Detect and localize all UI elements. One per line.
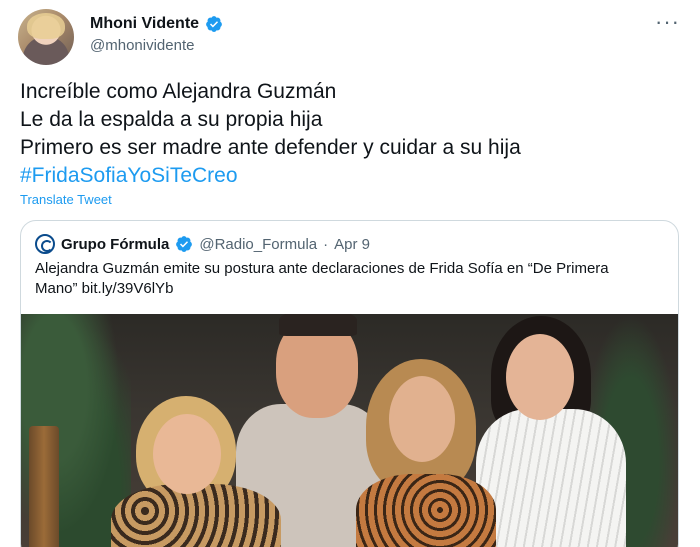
- person-right-shirt: [476, 409, 626, 547]
- background-lamp: [29, 426, 59, 547]
- more-options-icon[interactable]: ···: [655, 11, 680, 33]
- tweet-text-line: Primero es ser madre ante defender y cui…: [20, 136, 521, 159]
- verified-badge-icon: [206, 16, 222, 32]
- hashtag-link[interactable]: #FridaSofiaYoSiTeCreo: [20, 162, 690, 190]
- person-left-top: [111, 484, 281, 547]
- author-display-name[interactable]: Mhoni Vidente: [90, 15, 199, 33]
- quoted-handle: @Radio_Formula: [199, 235, 318, 253]
- tweet: Mhoni Vidente @mhonividente ··· Increíbl…: [0, 0, 700, 547]
- tweet-text-line: Increíble como Alejandra Guzmán: [20, 80, 337, 103]
- person-center-top: [356, 474, 496, 547]
- quoted-tweet-photo[interactable]: [21, 314, 678, 547]
- quoted-date: Apr 9: [334, 235, 370, 253]
- tweet-text-line: Le da la espalda a su propia hija: [20, 108, 323, 131]
- tweet-text: Increíble como Alejandra Guzmán Le da la…: [20, 78, 690, 190]
- quoted-display-name: Grupo Fórmula: [61, 235, 170, 253]
- author-handle[interactable]: @mhonividente: [90, 37, 194, 54]
- person-center-face: [389, 376, 455, 462]
- person-right-face: [506, 334, 574, 420]
- person-man-hair: [279, 314, 357, 336]
- verified-badge-icon: [176, 236, 193, 252]
- author-name-row[interactable]: Mhoni Vidente: [90, 15, 223, 33]
- quoted-tweet-header: Grupo Fórmula @Radio_Formula · Apr 9: [35, 234, 370, 254]
- person-left-face: [153, 414, 221, 494]
- quoted-tweet-text: Alejandra Guzmán emite su postura ante d…: [35, 260, 609, 297]
- quoted-tweet-card[interactable]: Grupo Fórmula @Radio_Formula · Apr 9 Ale…: [20, 220, 679, 547]
- quoted-separator: ·: [323, 235, 329, 253]
- grupo-formula-logo-icon: [35, 234, 55, 254]
- avatar[interactable]: [18, 9, 74, 65]
- translate-tweet-link[interactable]: Translate Tweet: [20, 192, 112, 207]
